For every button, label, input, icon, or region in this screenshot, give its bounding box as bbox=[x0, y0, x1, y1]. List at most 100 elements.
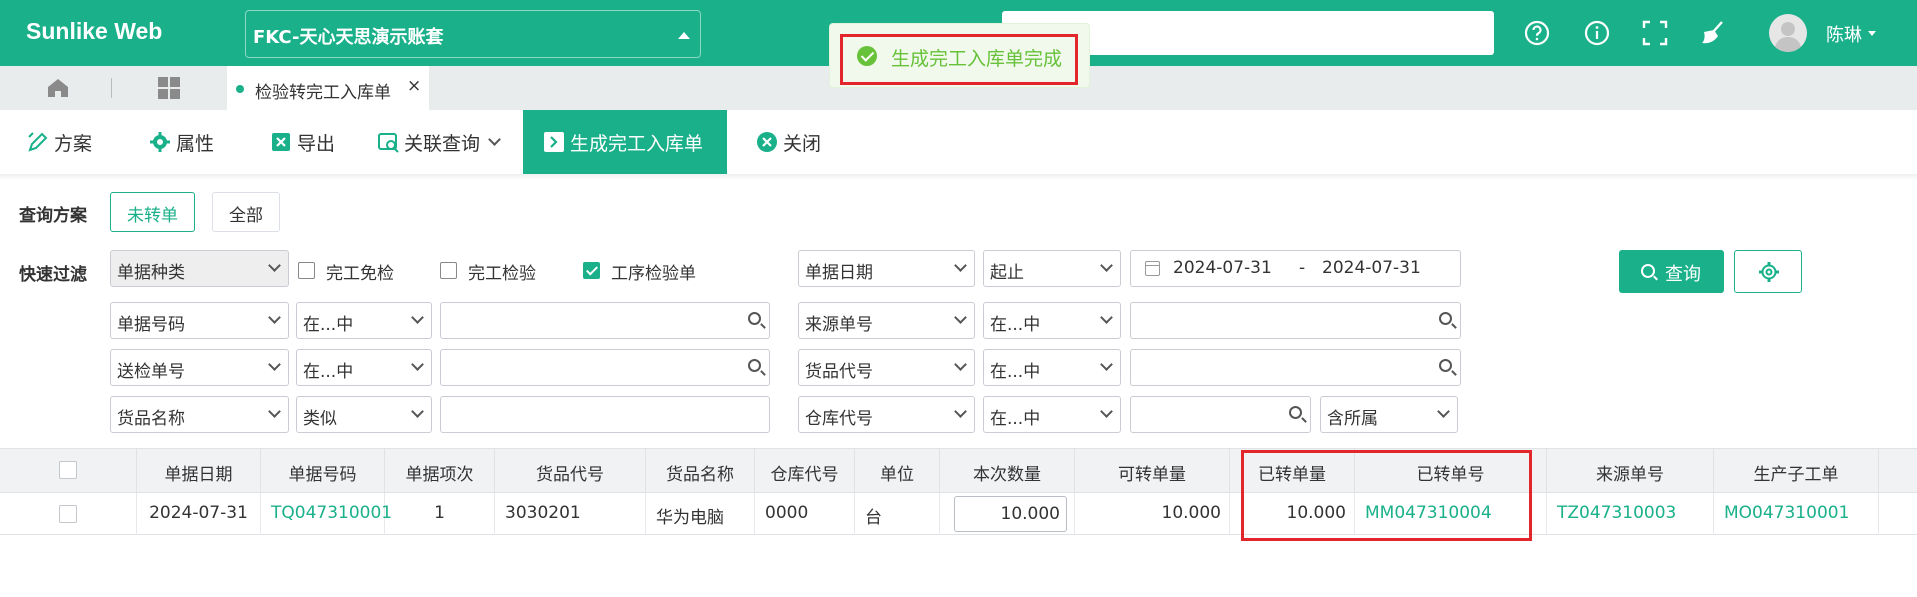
column-header[interactable]: 单据号码 bbox=[261, 449, 385, 494]
filter-op-value: 在...中 bbox=[303, 362, 354, 382]
filter-field-select[interactable]: 来源单号 bbox=[798, 302, 975, 339]
cell-source-no-link[interactable]: TZ047310003 bbox=[1547, 493, 1714, 535]
clean-icon[interactable] bbox=[1698, 18, 1728, 48]
close-icon[interactable]: × bbox=[407, 76, 421, 96]
column-header[interactable]: 单据日期 bbox=[137, 449, 261, 494]
tab-inspection-to-completion[interactable]: 检验转完工入库单 × bbox=[227, 66, 429, 110]
filter-field-select[interactable]: 仓库代号 bbox=[798, 396, 975, 433]
cell-available: 10.000 bbox=[1075, 493, 1230, 535]
date-op-select[interactable]: 起止 bbox=[983, 250, 1121, 287]
column-header[interactable]: 仓库代号 bbox=[755, 449, 855, 494]
column-header[interactable]: 单位 bbox=[855, 449, 940, 494]
generate-label: 生成完工入库单 bbox=[570, 132, 704, 155]
search-icon[interactable] bbox=[748, 312, 761, 325]
export-button[interactable]: 导出 bbox=[270, 110, 335, 174]
scheme-all-button[interactable]: 全部 bbox=[212, 192, 280, 232]
filter-op-select[interactable]: 在...中 bbox=[983, 349, 1121, 386]
caret-up-icon bbox=[678, 32, 690, 39]
query-settings-button[interactable] bbox=[1734, 250, 1802, 293]
doc-type-select[interactable]: 单据种类 bbox=[110, 250, 289, 287]
properties-label: 属性 bbox=[176, 132, 215, 155]
filter-op-select[interactable]: 类似 bbox=[296, 396, 432, 433]
filter-op-select[interactable]: 在...中 bbox=[296, 349, 432, 386]
date-to[interactable]: 2024-07-31 bbox=[1322, 258, 1421, 278]
filter-field-value: 来源单号 bbox=[805, 315, 873, 335]
filter-op-select[interactable]: 在...中 bbox=[296, 302, 432, 339]
filter-field-select[interactable]: 货品名称 bbox=[110, 396, 289, 433]
filter-field-select[interactable]: 货品代号 bbox=[798, 349, 975, 386]
company-selector[interactable]: FKC-天心天思演示账套 bbox=[245, 10, 701, 58]
filter-op-select[interactable]: 在...中 bbox=[983, 302, 1121, 339]
scheme-button[interactable]: 方案 bbox=[27, 110, 92, 174]
scheme-label: 方案 bbox=[54, 132, 93, 155]
cell-unit: 台 bbox=[855, 493, 940, 535]
doc-no-input[interactable] bbox=[440, 302, 770, 339]
close-button[interactable]: 关闭 bbox=[756, 110, 821, 174]
source-no-input[interactable] bbox=[1130, 302, 1461, 339]
date-from[interactable]: 2024-07-31 bbox=[1173, 258, 1272, 278]
cell-doc-no-link[interactable]: TQ047310001 bbox=[261, 493, 392, 535]
include-sub-select[interactable]: 含所属 bbox=[1320, 396, 1458, 433]
cell-product-code: 3030201 bbox=[495, 493, 646, 535]
column-header[interactable]: 单据项次 bbox=[385, 449, 495, 494]
chevron-down-icon bbox=[488, 133, 501, 146]
filter-op-value: 类似 bbox=[303, 409, 337, 429]
table-row[interactable]: 2024-07-31 TQ047310001 1 3030201 华为电脑 00… bbox=[0, 493, 1917, 535]
chevron-down-icon bbox=[411, 405, 424, 418]
column-header[interactable]: 货品代号 bbox=[495, 449, 646, 494]
warehouse-code-input[interactable] bbox=[1130, 396, 1311, 433]
related-query-label: 关联查询 bbox=[404, 132, 481, 155]
cell-product-name: 华为电脑 bbox=[646, 493, 755, 535]
checkbox-completion-inspection[interactable] bbox=[440, 262, 457, 279]
help-icon[interactable] bbox=[1522, 18, 1552, 48]
date-range-picker[interactable]: 2024-07-31 - 2024-07-31 bbox=[1130, 250, 1461, 287]
generate-completion-button[interactable]: 生成完工入库单 bbox=[523, 110, 727, 174]
filter-field-select[interactable]: 单据号码 bbox=[110, 302, 289, 339]
search-icon[interactable] bbox=[1439, 359, 1452, 372]
filter-field-value: 送检单号 bbox=[117, 362, 185, 382]
search-icon[interactable] bbox=[1439, 312, 1452, 325]
home-icon[interactable] bbox=[46, 76, 70, 105]
row-select-cell[interactable] bbox=[0, 493, 137, 535]
row-checkbox[interactable] bbox=[59, 505, 77, 523]
chevron-down-icon bbox=[1437, 405, 1450, 418]
qty-input[interactable]: 10.000 bbox=[954, 496, 1067, 532]
checkbox-completion-exempt[interactable] bbox=[298, 262, 315, 279]
column-header[interactable]: 来源单号 bbox=[1547, 449, 1714, 494]
user-name[interactable]: 陈琳 bbox=[1826, 21, 1862, 47]
date-separator: - bbox=[1299, 258, 1306, 278]
inspection-no-input[interactable] bbox=[440, 349, 770, 386]
info-icon[interactable] bbox=[1582, 18, 1612, 48]
chevron-down-icon[interactable] bbox=[1868, 31, 1876, 36]
properties-button[interactable]: 属性 bbox=[149, 110, 214, 174]
query-button[interactable]: 查询 bbox=[1619, 250, 1724, 293]
column-header[interactable]: 可转单量 bbox=[1075, 449, 1230, 494]
select-all-checkbox[interactable] bbox=[59, 461, 77, 479]
product-name-input[interactable] bbox=[440, 396, 770, 433]
column-header[interactable]: 生产子工单 bbox=[1714, 449, 1879, 494]
fullscreen-icon[interactable] bbox=[1640, 18, 1670, 48]
header-select-all[interactable] bbox=[0, 449, 137, 494]
column-header[interactable]: 货品名称 bbox=[646, 449, 755, 494]
chevron-down-icon bbox=[268, 311, 281, 324]
related-query-button[interactable]: 关联查询 bbox=[377, 110, 501, 174]
filter-op-select[interactable]: 在...中 bbox=[983, 396, 1121, 433]
include-sub-value: 含所属 bbox=[1327, 409, 1378, 429]
scheme-unconverted-button[interactable]: 未转单 bbox=[110, 192, 195, 232]
search-icon[interactable] bbox=[1289, 406, 1302, 419]
brand-logo: Sunlike Web bbox=[26, 18, 163, 44]
filter-op-value: 在...中 bbox=[990, 315, 1041, 335]
cell-item-seq: 1 bbox=[385, 493, 495, 535]
filter-field-value: 单据号码 bbox=[117, 315, 185, 335]
search-icon bbox=[1641, 264, 1655, 278]
checkbox-process-inspection[interactable] bbox=[583, 262, 600, 279]
filter-field-select[interactable]: 送检单号 bbox=[110, 349, 289, 386]
product-code-input[interactable] bbox=[1130, 349, 1461, 386]
avatar[interactable] bbox=[1769, 14, 1807, 52]
cell-sub-order-link[interactable]: MO047310001 bbox=[1714, 493, 1879, 535]
search-icon[interactable] bbox=[748, 359, 761, 372]
date-field-select[interactable]: 单据日期 bbox=[798, 250, 975, 287]
apps-grid-icon[interactable] bbox=[158, 77, 180, 99]
column-header[interactable]: 本次数量 bbox=[940, 449, 1075, 494]
chevron-down-icon bbox=[268, 405, 281, 418]
